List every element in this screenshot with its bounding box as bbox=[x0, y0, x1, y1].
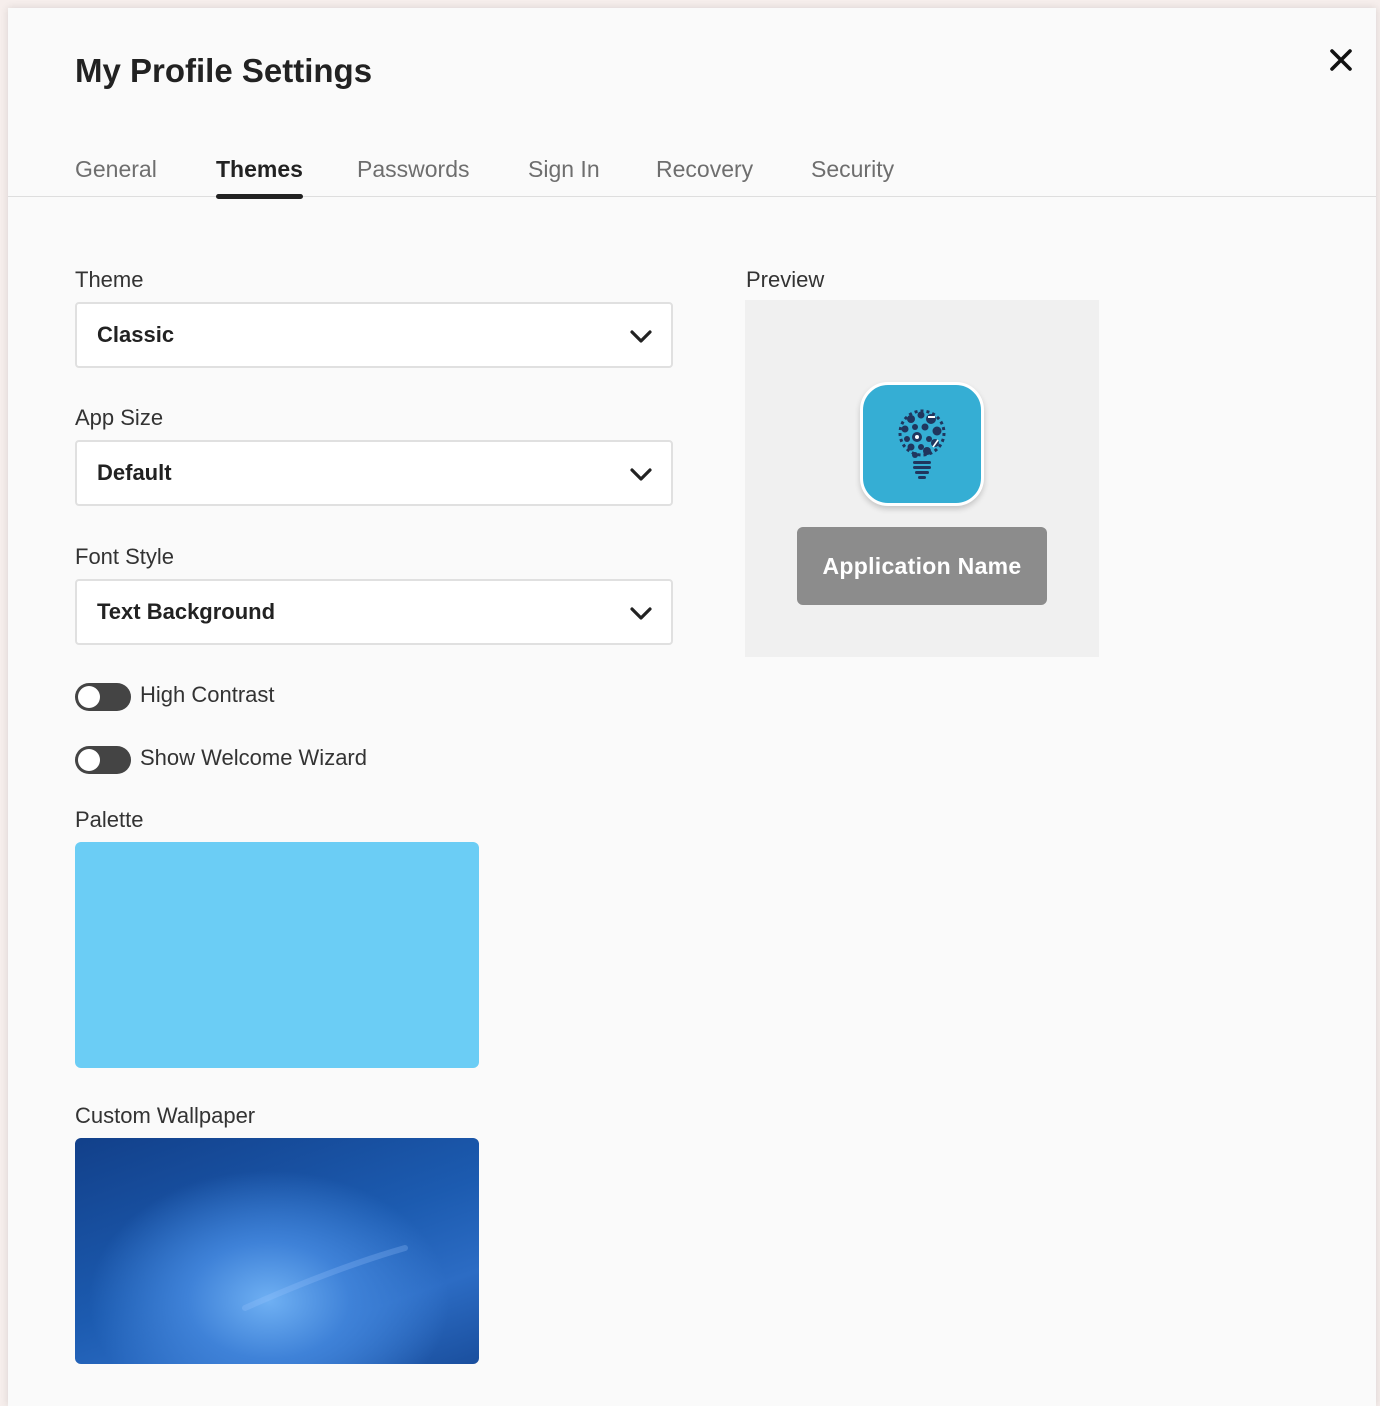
tab-sign-in[interactable]: Sign In bbox=[528, 156, 600, 196]
chevron-down-icon bbox=[630, 330, 652, 343]
welcome-wizard-toggle[interactable] bbox=[75, 746, 131, 774]
wallpaper-label: Custom Wallpaper bbox=[75, 1103, 256, 1128]
close-button[interactable] bbox=[1325, 44, 1357, 76]
high-contrast-toggle[interactable] bbox=[75, 683, 131, 711]
welcome-wizard-label: Show Welcome Wizard bbox=[140, 745, 367, 770]
app-icon bbox=[860, 382, 984, 506]
toggle-knob bbox=[78, 686, 100, 708]
close-icon bbox=[1330, 49, 1352, 71]
app-size-select[interactable]: Default bbox=[75, 440, 673, 506]
tab-security[interactable]: Security bbox=[811, 156, 894, 196]
tab-passwords[interactable]: Passwords bbox=[357, 156, 469, 196]
theme-select-value: Classic bbox=[97, 322, 175, 347]
palette-swatch[interactable] bbox=[75, 842, 479, 1068]
profile-settings-dialog: My Profile Settings General Themes Passw… bbox=[8, 8, 1376, 1406]
dialog-title: My Profile Settings bbox=[75, 52, 373, 89]
chevron-down-icon bbox=[630, 607, 652, 620]
app-name-button: Application Name bbox=[797, 527, 1047, 605]
chevron-down-icon bbox=[630, 468, 652, 481]
palette-label: Palette bbox=[75, 807, 144, 832]
app-size-label: App Size bbox=[75, 405, 164, 430]
preview-panel: Application Name bbox=[745, 300, 1099, 657]
tab-recovery[interactable]: Recovery bbox=[656, 156, 753, 196]
font-style-label: Font Style bbox=[75, 544, 175, 569]
tab-themes[interactable]: Themes bbox=[216, 156, 303, 199]
theme-label: Theme bbox=[75, 267, 144, 292]
theme-select[interactable]: Classic bbox=[75, 302, 673, 368]
toggle-knob bbox=[78, 749, 100, 771]
tab-bar: General Themes Passwords Sign In Recover… bbox=[8, 156, 1376, 199]
tab-general[interactable]: General bbox=[75, 156, 157, 196]
app-size-select-value: Default bbox=[97, 460, 172, 485]
lightbulb-icon bbox=[898, 409, 946, 479]
font-style-select-value: Text Background bbox=[97, 599, 276, 624]
wallpaper-light-streak bbox=[242, 1245, 408, 1311]
font-style-select[interactable]: Text Background bbox=[75, 579, 673, 645]
preview-label: Preview bbox=[746, 267, 825, 292]
wallpaper-thumbnail[interactable] bbox=[75, 1138, 479, 1364]
high-contrast-label: High Contrast bbox=[140, 682, 275, 707]
